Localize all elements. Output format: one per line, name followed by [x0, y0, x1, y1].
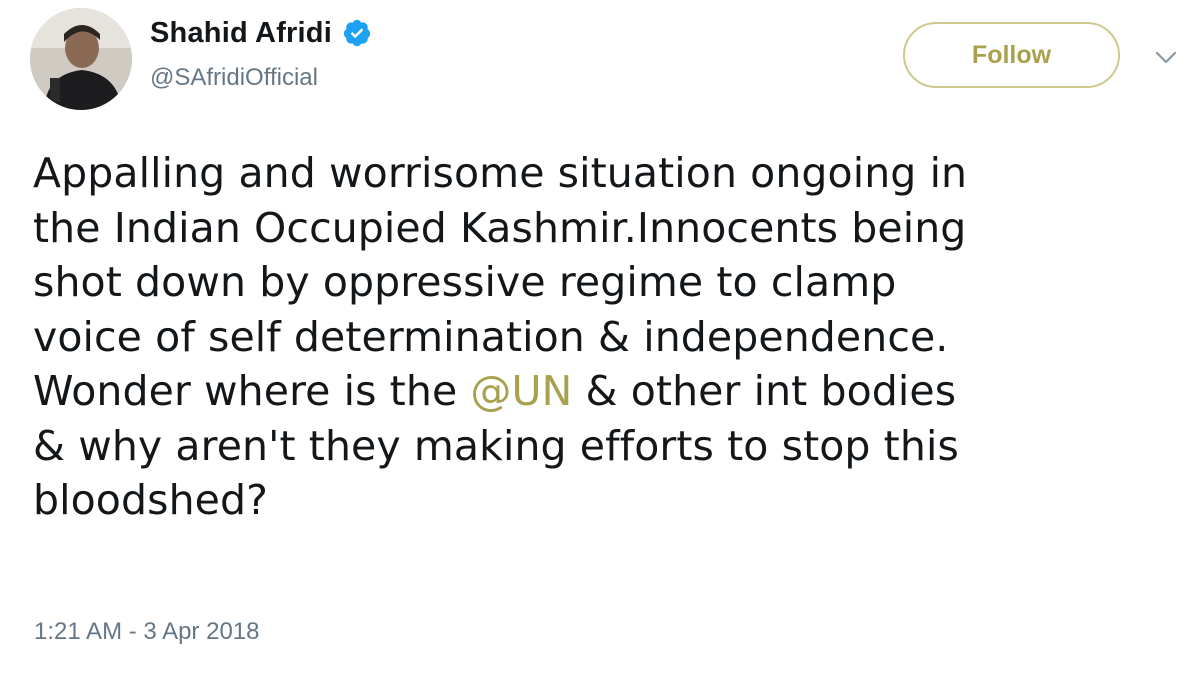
avatar[interactable] [30, 8, 132, 110]
verified-badge-icon [342, 18, 372, 48]
follow-button[interactable]: Follow [903, 22, 1120, 88]
author-name-row: Shahid Afridi [150, 14, 372, 52]
tweet-text-line: Appalling and worrisome situation ongoin… [33, 149, 968, 197]
tweet-text-line: & why aren't they making efforts to stop… [33, 421, 959, 470]
tweet-timestamp[interactable]: 1:21 AM - 3 Apr 2018 [34, 618, 259, 646]
tweet-menu-button[interactable] [1150, 44, 1182, 72]
tweet-text-line: Wonder where is the @UN & other int bodi… [33, 364, 1193, 419]
tweet-text: Appalling and worrisome situation ongoin… [33, 146, 1193, 528]
mention-link[interactable]: @UN [470, 367, 572, 415]
tweet-text-line: shot down by oppressive regime to clamp [33, 258, 897, 306]
author-handle[interactable]: @SAfridiOfficial [150, 64, 372, 92]
tweet-text-line: the Indian Occupied Kashmir.Innocents be… [33, 203, 967, 252]
tweet-text-segment: & other int bodies [572, 367, 957, 415]
author-block: Shahid Afridi @SAfridiOfficial [150, 14, 372, 92]
tweet-text-line: bloodshed? [33, 476, 268, 524]
chevron-down-icon [1155, 51, 1177, 64]
avatar-photo-icon [30, 8, 132, 110]
tweet-text-segment: Wonder where is the [33, 367, 471, 415]
tweet-card: Shahid Afridi @SAfridiOfficial Follow Ap… [0, 0, 1200, 675]
tweet-text-line: voice of self determination & independen… [33, 312, 949, 361]
author-display-name[interactable]: Shahid Afridi [150, 17, 332, 50]
